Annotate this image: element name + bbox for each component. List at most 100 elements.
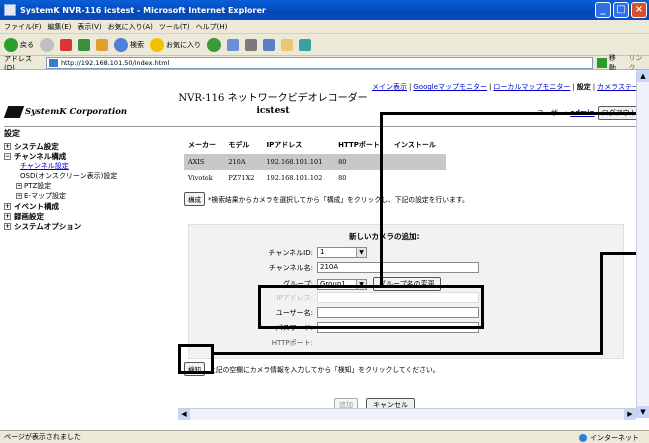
security-zone: インターネット xyxy=(579,433,639,443)
expand-icon: + xyxy=(16,183,22,189)
maximize-button[interactable]: □ xyxy=(613,2,629,18)
menu-favorites[interactable]: お気に入り(A) xyxy=(108,22,153,32)
link-settings[interactable]: 設定 xyxy=(577,83,591,91)
minimize-button[interactable]: _ xyxy=(595,2,611,18)
back-button[interactable]: 戻る xyxy=(4,37,34,52)
menu-bar: ファイル(F) 編集(E) 表示(V) お気に入り(A) ツール(T) ヘルプ(… xyxy=(0,20,649,34)
sidebar-item-label: システムオプション xyxy=(14,221,82,231)
config-button[interactable]: 構成 xyxy=(184,192,205,206)
refresh-icon[interactable] xyxy=(78,38,90,51)
sidebar-item-label: チャンネル構成 xyxy=(14,151,67,161)
main-panel: メーカー モデル IPアドレス HTTPポート インストール AXIS 210A… xyxy=(184,136,634,412)
sidebar-sub-channel-settings[interactable]: チャンネル設定 xyxy=(20,161,182,171)
sidebar-item-system[interactable]: + システム設定 xyxy=(4,141,182,151)
scroll-left-icon[interactable]: ◀ xyxy=(178,409,190,420)
menu-edit[interactable]: 編集(E) xyxy=(48,22,72,32)
link-main-view[interactable]: メイン表示 xyxy=(372,83,407,91)
expand-icon: + xyxy=(4,202,11,210)
table-cell: 210A xyxy=(224,154,263,170)
address-label: アドレス(D) xyxy=(4,54,32,72)
favorites-label: お気に入り xyxy=(166,40,201,49)
table-cell: 192.168.101.101 xyxy=(262,154,335,170)
sidebar-sub-label: E-マップ設定 xyxy=(24,192,66,200)
horizontal-scrollbar[interactable]: ◀ ▶ xyxy=(178,408,636,420)
link-google-map[interactable]: Googleマップモニター xyxy=(413,83,487,91)
status-text: ページが表示されました xyxy=(4,433,81,441)
scroll-down-icon[interactable]: ▼ xyxy=(637,406,649,418)
search-row: 検知 上記の空欄にカメラ情報を入力してから「検知」をクリックしてください。 xyxy=(184,362,439,376)
sidebar-section-title: 設定 xyxy=(4,129,20,138)
channel-id-field: チャンネルID: 1 ▼ xyxy=(189,247,367,258)
collapse-icon: − xyxy=(4,152,11,160)
menu-help[interactable]: ヘルプ(H) xyxy=(196,22,228,32)
stop-icon[interactable] xyxy=(60,38,72,51)
form-title: 新しいカメラの追加: xyxy=(349,232,420,241)
close-button[interactable]: × xyxy=(631,2,647,18)
page-icon xyxy=(48,58,58,67)
globe-icon xyxy=(579,434,587,442)
go-arrow-icon xyxy=(597,57,607,68)
config-hint-row: 構成 *検索結果からカメラを選択してから「構成」をクリックし、下記の設定を行いま… xyxy=(184,192,634,206)
page-content: SystemK Corporation NVR-116 ネットワークビデオレコー… xyxy=(0,70,649,430)
table-cell: Vivotek xyxy=(188,174,213,182)
address-input[interactable]: http://192.168.101.50/index.html xyxy=(45,56,594,69)
menu-view[interactable]: 表示(V) xyxy=(77,22,101,32)
window-title: SystemK NVR-116 icstest - Microsoft Inte… xyxy=(20,5,266,15)
scroll-right-icon[interactable]: ▶ xyxy=(624,409,636,420)
ie-icon xyxy=(4,4,16,16)
table-row[interactable]: AXIS 210A 192.168.101.101 80 xyxy=(184,154,446,170)
edit-icon[interactable] xyxy=(263,38,275,51)
address-bar: アドレス(D) http://192.168.101.50/index.html… xyxy=(0,54,649,72)
table-cell: 192.168.101.102 xyxy=(266,174,323,182)
home-icon[interactable] xyxy=(96,38,108,51)
config-hint-text: *検索結果からカメラを選択してから「構成」をクリックし、下記の設定を行います。 xyxy=(208,196,469,204)
print-icon[interactable] xyxy=(245,38,257,51)
callout-highlight-credentials xyxy=(258,285,484,329)
logo-mark-icon xyxy=(3,106,25,118)
col-install: インストール xyxy=(389,136,446,154)
messenger-icon[interactable] xyxy=(299,38,311,51)
vertical-scrollbar[interactable]: ▲ ▼ xyxy=(636,70,649,418)
mail-icon[interactable] xyxy=(227,38,239,51)
favorites-button[interactable]: お気に入り xyxy=(150,37,201,52)
sidebar-item-channel[interactable]: − チャンネル構成 xyxy=(4,151,182,161)
detect-hint-text: 上記の空欄にカメラ情報を入力してから「検知」をクリックしてください。 xyxy=(209,366,440,374)
callout-highlight-detect xyxy=(178,344,214,374)
sidebar-sub-osd[interactable]: OSD(オンスクリーン表示)設定 xyxy=(20,171,182,181)
sidebar-item-options[interactable]: + システムオプション xyxy=(4,221,182,231)
channel-id-label: チャンネルID: xyxy=(268,248,313,257)
expand-icon: + xyxy=(4,142,11,150)
callout-line xyxy=(212,352,603,355)
table-cell: PZ71X2 xyxy=(228,174,255,182)
sidebar-item-event[interactable]: + イベント構成 xyxy=(4,201,182,211)
sidebar-sub-ptz[interactable]: + PTZ設定 xyxy=(16,181,182,191)
browser-toolbar: 戻る 検索 お気に入り xyxy=(0,34,649,56)
settings-sidebar: 設定 + システム設定 − チャンネル構成 チャンネル設定 OSD(オンスクリー… xyxy=(4,128,182,231)
scroll-up-icon[interactable]: ▲ xyxy=(637,70,649,82)
table-row[interactable]: Vivotek PZ71X2 192.168.101.102 80 xyxy=(184,170,446,186)
sidebar-sub-emap[interactable]: + E-マップ設定 xyxy=(16,191,182,201)
sidebar-item-recording[interactable]: + 録画設定 xyxy=(4,211,182,221)
col-ip: IPアドレス xyxy=(262,136,335,154)
sidebar-sub-label: PTZ設定 xyxy=(24,182,52,190)
folder-icon[interactable] xyxy=(281,38,293,51)
menu-file[interactable]: ファイル(F) xyxy=(4,22,42,32)
history-icon[interactable] xyxy=(207,37,221,52)
logo-text: SystemK Corporation xyxy=(25,107,128,117)
search-label: 検索 xyxy=(130,40,144,49)
table-header-row: メーカー モデル IPアドレス HTTPポート インストール xyxy=(184,136,446,154)
company-logo: SystemK Corporation xyxy=(3,106,128,118)
channel-name-input[interactable]: 210A xyxy=(317,262,479,273)
channel-id-select[interactable]: 1 ▼ xyxy=(317,247,367,258)
window-controls: _ □ × xyxy=(595,2,647,18)
search-button[interactable]: 検索 xyxy=(114,37,144,52)
window-title-bar: SystemK NVR-116 icstest - Microsoft Inte… xyxy=(0,0,649,20)
channel-id-value: 1 xyxy=(320,248,325,256)
col-model: モデル xyxy=(224,136,263,154)
zone-label: インターネット xyxy=(590,434,639,442)
menu-tools[interactable]: ツール(T) xyxy=(159,22,190,32)
forward-arrow-icon[interactable] xyxy=(40,37,54,52)
link-local-map[interactable]: ローカルマップモニター xyxy=(493,83,570,91)
table-cell: AXIS xyxy=(184,154,225,170)
channel-name-label: チャンネル名: xyxy=(268,263,313,272)
